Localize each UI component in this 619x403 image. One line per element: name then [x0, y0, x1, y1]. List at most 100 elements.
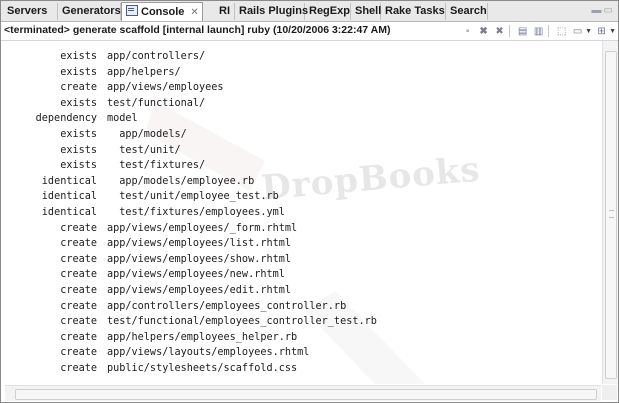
generator-action: create [60, 269, 97, 281]
console-line: create test/functional/employees_controll… [5, 314, 377, 330]
generator-action: create [60, 316, 97, 328]
tab-ri[interactable]: RI [215, 3, 235, 20]
open-console-icon[interactable]: ⊞ [595, 25, 608, 38]
generated-path: app/views/employees/new.rhtml [107, 269, 285, 281]
generator-action: create [60, 300, 97, 312]
generated-path: app/models/employee.rb [107, 175, 255, 187]
remove-launch-icon[interactable]: ✖ [477, 25, 490, 38]
tab-label: Search [450, 5, 487, 17]
tab-label: RI [219, 5, 230, 17]
console-line: exists test/fixtures/ [5, 158, 205, 174]
generated-path: app/views/employees/edit.rhtml [107, 285, 292, 296]
console-view: Servers Generators Console ✕ RI Rails Plu… [0, 0, 619, 403]
vertical-scrollbar[interactable] [602, 41, 618, 384]
generated-path: app/controllers/employees_controller.rb [107, 300, 347, 312]
console-line: create app/views/layouts/employees.rhtml [5, 345, 309, 361]
scroll-lock-icon[interactable]: ▤ [516, 25, 529, 38]
tab-servers[interactable]: Servers [3, 3, 58, 20]
console-line: create app/views/employees/new.rhtml [5, 267, 285, 283]
chevron-down-icon[interactable]: ▼ [609, 28, 616, 35]
display-selected-console-icon[interactable]: ▭ [571, 25, 584, 38]
generator-action: create [60, 238, 97, 250]
tab-label: Servers [7, 5, 48, 17]
generator-action: create [60, 253, 97, 265]
clear-console-icon[interactable]: ▪ [461, 25, 474, 38]
tab-console[interactable]: Console ✕ [121, 2, 203, 21]
console-line: dependency model [5, 111, 138, 127]
tab-regexp[interactable]: RegExp [305, 3, 351, 20]
minimize-icon[interactable]: ▬ [592, 5, 604, 16]
tab-rails-plugins[interactable]: Rails Plugins [235, 3, 308, 20]
generated-path: app/models/ [107, 129, 187, 140]
horizontal-scrollbar[interactable] [5, 385, 601, 401]
generator-action: identical [41, 175, 97, 187]
remove-all-terminated-icon[interactable]: ✖ [493, 25, 506, 38]
console-line: identical test/unit/employee_test.rb [5, 189, 279, 205]
console-line: exists test/functional/ [5, 96, 205, 112]
console-line: create app/views/employees/edit.rhtml [5, 283, 291, 299]
console-line: create app/views/employees [5, 80, 223, 96]
console-status-bar: <terminated> generate scaffold [internal… [1, 22, 618, 41]
generated-path: app/views/employees/show.rhtml [107, 253, 292, 265]
close-icon[interactable]: ✕ [190, 7, 198, 18]
generator-action: exists [60, 129, 97, 140]
generator-action: identical [41, 207, 97, 218]
generator-action: create [60, 347, 97, 359]
generated-path: app/controllers/ [107, 51, 206, 62]
horizontal-scroll-thumb[interactable] [15, 389, 597, 400]
maximize-icon[interactable]: ▭ [604, 5, 615, 16]
view-tab-bar: Servers Generators Console ✕ RI Rails Plu… [1, 1, 618, 22]
generated-path: app/views/employees/_form.rhtml [107, 222, 298, 234]
tab-search[interactable]: Search [446, 3, 488, 20]
toolbar-separator [509, 25, 511, 37]
console-line: exists app/helpers/ [5, 65, 181, 81]
generator-action: exists [60, 97, 97, 109]
console-line: exists test/unit/ [5, 143, 181, 159]
tab-label: RegExp [309, 5, 350, 17]
window-controls: ▬▭ [592, 5, 615, 16]
vertical-scroll-thumb[interactable] [605, 51, 617, 379]
console-line: create app/helpers/employees_helper.rb [5, 330, 297, 346]
scrollbar-corner [602, 385, 617, 400]
generated-path: test/functional/ [107, 97, 206, 109]
generated-path: app/views/employees/list.rhtml [107, 238, 292, 250]
generated-path: public/stylesheets/scaffold.css [107, 363, 298, 374]
generator-action: create [60, 363, 97, 374]
console-line: create public/stylesheets/scaffold.css [5, 361, 297, 377]
console-line: identical test/fixtures/employees.yml [5, 205, 285, 221]
tab-rake-tasks[interactable]: Rake Tasks [381, 3, 446, 20]
chevron-down-icon[interactable]: ▼ [585, 28, 592, 35]
generator-action: dependency [35, 113, 97, 125]
generator-action: exists [60, 66, 97, 78]
tab-label: Generators [62, 5, 121, 17]
toolbar-separator [548, 25, 550, 37]
generated-path: app/helpers/ [107, 66, 181, 78]
word-wrap-icon[interactable]: ▥ [532, 25, 545, 38]
process-status: <terminated> generate scaffold [internal… [4, 24, 391, 36]
generated-path: test/unit/ [107, 144, 181, 156]
tab-shell[interactable]: Shell [351, 3, 381, 20]
scroll-grip [609, 210, 614, 218]
console-output[interactable]: DropBooks exists app/controllers/exists ap… [5, 41, 601, 384]
tab-label: Shell [355, 5, 382, 17]
generated-path: test/functional/employees_controller_tes… [107, 316, 377, 328]
tab-label: Rake Tasks [385, 5, 445, 17]
console-line: exists app/controllers/ [5, 49, 205, 65]
console-line: exists app/models/ [5, 127, 187, 143]
console-line: identical app/models/employee.rb [5, 174, 254, 190]
generator-action: create [60, 82, 97, 94]
generated-path: app/helpers/employees_helper.rb [107, 331, 298, 343]
pin-console-icon[interactable]: ⬚ [555, 25, 568, 38]
generator-action: exists [60, 160, 97, 172]
generator-action: create [60, 222, 97, 234]
tab-label: Console [141, 6, 185, 18]
console-icon [126, 5, 138, 16]
generated-path: app/views/layouts/employees.rhtml [107, 347, 310, 359]
console-line: create app/views/employees/list.rhtml [5, 236, 291, 252]
generated-path: test/fixtures/ [107, 160, 206, 172]
tab-generators[interactable]: Generators [58, 3, 121, 20]
console-line: create app/views/employees/show.rhtml [5, 252, 291, 268]
console-line: create app/views/employees/_form.rhtml [5, 221, 297, 237]
console-line: create app/controllers/employees_controll… [5, 299, 346, 315]
console-toolbar: ▪ ✖ ✖ ▤ ▥ ⬚ ▭ ▼ ⊞ ▼ [458, 24, 616, 38]
